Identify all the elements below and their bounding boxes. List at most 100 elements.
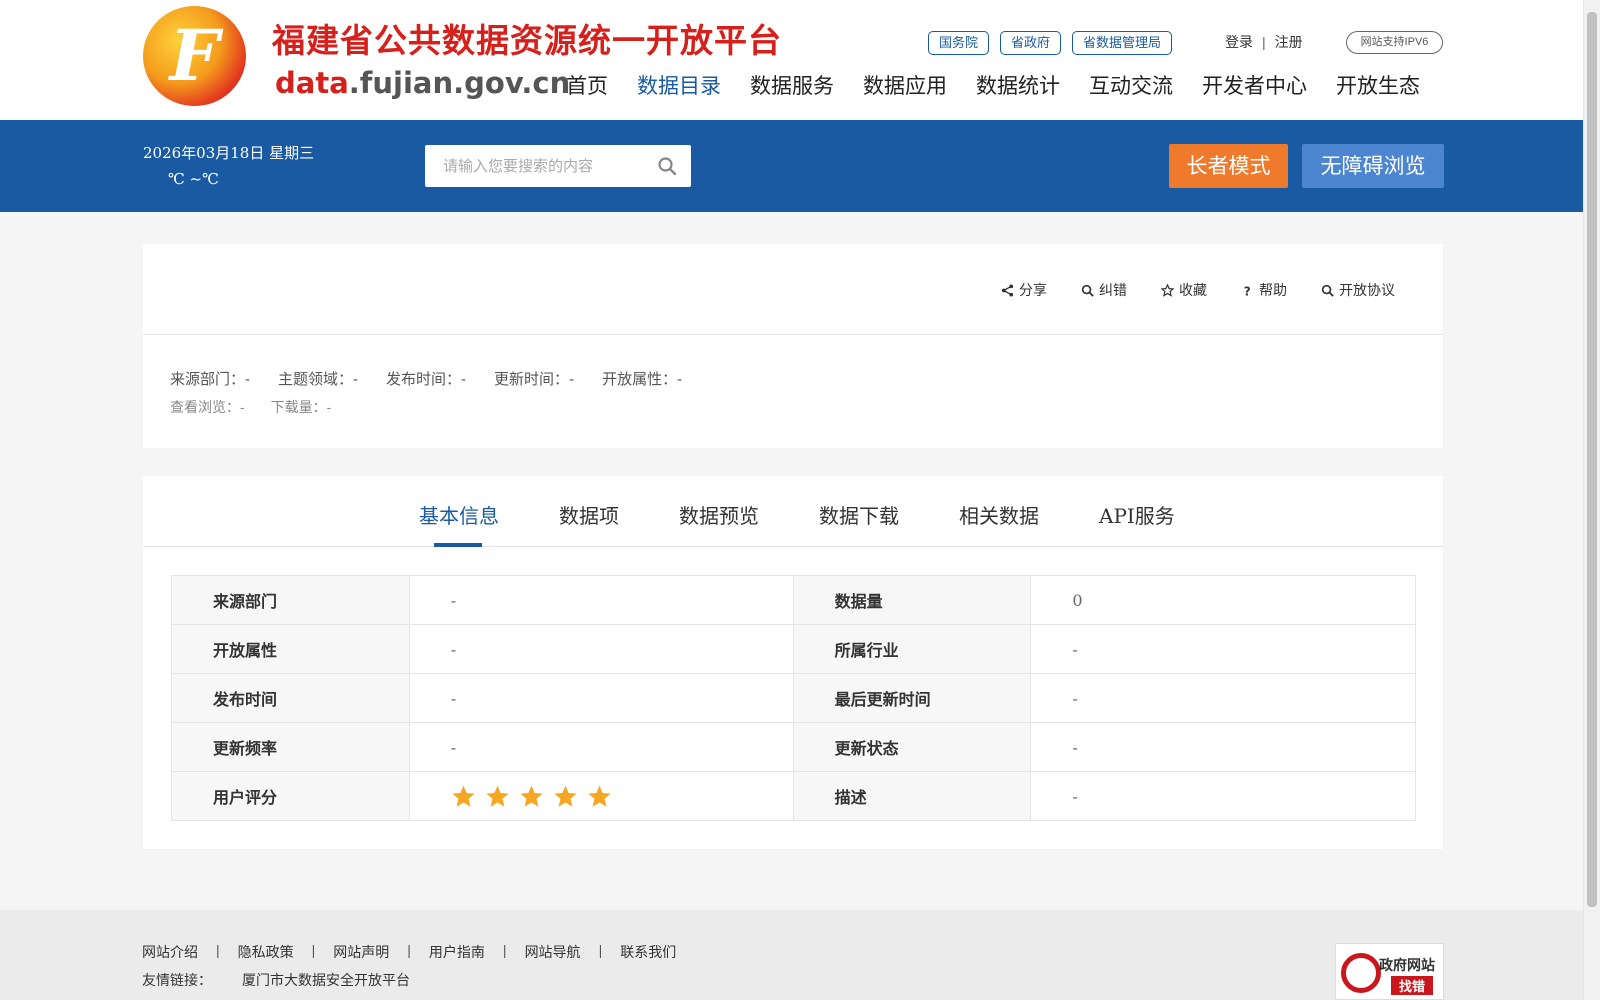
site-domain: data.fujian.gov.cn	[275, 66, 570, 100]
card-divider	[143, 334, 1443, 335]
footer-separator: |	[216, 942, 220, 958]
register-link[interactable]: 注册	[1275, 34, 1303, 50]
star-icon[interactable]	[451, 784, 476, 809]
search-icon[interactable]	[657, 156, 677, 176]
tab-api-service[interactable]: API服务	[1099, 500, 1175, 529]
gov-link-province[interactable]: 省政府	[1000, 31, 1062, 55]
share-action[interactable]: 分享	[1001, 280, 1047, 300]
field-label: 来源部门	[171, 575, 410, 625]
nav-ecosystem[interactable]: 开放生态	[1336, 70, 1420, 100]
field-value: -	[408, 575, 794, 625]
footer-separator: |	[502, 942, 507, 958]
site-header: F 福建省公共数据资源统一开放平台 data.fujian.gov.cn 国务院…	[0, 0, 1583, 120]
nav-data-stats[interactable]: 数据统计	[976, 70, 1060, 100]
tab-basic-info[interactable]: 基本信息	[419, 500, 499, 529]
svg-text:?: ?	[1244, 284, 1251, 296]
field-label: 开放属性	[171, 624, 410, 674]
star-icon[interactable]	[587, 784, 612, 809]
meta-row-secondary: 查看浏览：- 下载量：-	[170, 397, 357, 417]
nav-interaction[interactable]: 互动交流	[1089, 70, 1173, 100]
field-value: -	[408, 722, 794, 772]
table-row: 开放属性 - 所属行业 -	[171, 624, 1416, 674]
tab-related-data[interactable]: 相关数据	[959, 500, 1039, 529]
dataset-actions: 分享 纠错 收藏 ? 帮助 开放协议	[1001, 280, 1395, 300]
logo-letter: F	[169, 14, 220, 97]
help-label: 帮助	[1259, 282, 1287, 298]
nav-data-catalog[interactable]: 数据目录	[637, 70, 721, 100]
footer-link-contact[interactable]: 联系我们	[620, 942, 676, 962]
field-value: -	[1030, 624, 1416, 674]
gov-link-data-bureau[interactable]: 省数据管理局	[1072, 31, 1173, 55]
detail-tabs: 基本信息 数据项 数据预览 数据下载 相关数据 API服务	[143, 476, 1443, 547]
open-license-action[interactable]: 开放协议	[1321, 280, 1395, 300]
gov-site-error-report-badge[interactable]: 政府网站 找错	[1335, 943, 1444, 1000]
share-label: 分享	[1019, 282, 1047, 298]
footer-links: 网站介绍 | 隐私政策 | 网站声明 | 用户指南 | 网站导航 | 联系我们	[142, 942, 676, 962]
footer-link-guide[interactable]: 用户指南	[429, 942, 485, 962]
field-value: -	[1030, 673, 1416, 723]
favorite-label: 收藏	[1179, 282, 1207, 298]
meta-topic: 主题领域：-	[278, 371, 359, 388]
table-row: 来源部门 - 数据量 0	[171, 575, 1416, 625]
question-icon: ?	[1244, 284, 1251, 296]
star-icon[interactable]	[519, 784, 544, 809]
ipv6-badge: 网站支持IPV6	[1346, 31, 1443, 54]
report-error-action[interactable]: 纠错	[1081, 280, 1127, 300]
favorite-action[interactable]: 收藏	[1161, 280, 1207, 300]
field-value: -	[408, 624, 794, 674]
temperature-display: ℃ ~℃	[168, 170, 219, 188]
field-label: 最后更新时间	[792, 673, 1032, 723]
friend-link-xiamen[interactable]: 厦门市大数据安全开放平台	[242, 972, 410, 988]
field-label: 数据量	[792, 575, 1032, 625]
star-icon[interactable]	[485, 784, 510, 809]
friend-links-label: 友情链接：	[142, 972, 212, 988]
help-action[interactable]: ? 帮助	[1241, 280, 1287, 300]
meta-row-primary: 来源部门：- 主题领域：- 发布时间：- 更新时间：- 开放属性：-	[170, 368, 710, 389]
gov-link-state-council[interactable]: 国务院	[928, 31, 990, 55]
site-logo[interactable]: F	[143, 6, 246, 106]
field-value: 0	[1030, 575, 1416, 625]
gov-links: 国务院 省政府 省数据管理局	[928, 31, 1173, 55]
star-icon[interactable]	[553, 784, 578, 809]
elder-mode-button[interactable]: 长者模式	[1169, 144, 1288, 188]
meta-update-time: 更新时间：-	[494, 371, 575, 388]
login-link[interactable]: 登录	[1225, 34, 1253, 50]
auth-links: 登录 | 注册	[1225, 32, 1303, 52]
page-scrollbar[interactable]	[1583, 0, 1600, 1000]
tab-data-items[interactable]: 数据项	[559, 500, 619, 529]
nav-developer[interactable]: 开发者中心	[1202, 70, 1307, 100]
field-value: -	[1030, 771, 1416, 821]
footer-link-about[interactable]: 网站介绍	[142, 942, 198, 962]
search-input[interactable]	[425, 145, 645, 187]
govfix-title: 政府网站	[1379, 958, 1435, 974]
site-title: 福建省公共数据资源统一开放平台	[272, 21, 782, 60]
date-display: 2026年03月18日 星期三	[143, 144, 315, 162]
utility-bar: 2026年03月18日 星期三 ℃ ~℃ 长者模式 无障碍浏览	[0, 120, 1583, 212]
tab-data-download[interactable]: 数据下载	[819, 500, 899, 529]
footer-separator: |	[407, 942, 411, 958]
footer-link-sitemap[interactable]: 网站导航	[525, 942, 581, 962]
footer-link-statement[interactable]: 网站声明	[333, 942, 389, 962]
field-label: 更新频率	[171, 722, 410, 772]
star-outline-icon	[1161, 283, 1174, 297]
field-label: 发布时间	[171, 673, 410, 723]
search-icon	[1321, 284, 1334, 297]
tab-data-preview[interactable]: 数据预览	[679, 500, 759, 529]
field-value: -	[408, 673, 794, 723]
meta-downloads: 下载量：-	[270, 399, 332, 415]
main-nav: 首页 数据目录 数据服务 数据应用 数据统计 互动交流 开发者中心 开放生态	[566, 70, 1420, 100]
scrollbar-thumb[interactable]	[1587, 12, 1597, 907]
site-domain-suffix: .fujian.gov.cn	[348, 66, 571, 100]
user-rating-stars[interactable]	[451, 784, 793, 809]
govfix-subtitle: 找错	[1391, 976, 1434, 995]
footer-link-privacy[interactable]: 隐私政策	[238, 942, 294, 962]
nav-home[interactable]: 首页	[566, 70, 608, 100]
nav-data-apps[interactable]: 数据应用	[863, 70, 947, 100]
basic-info-table: 来源部门 - 数据量 0 开放属性 - 所属行业 - 发布时间 - 最后更新时间…	[171, 575, 1416, 821]
open-license-label: 开放协议	[1339, 282, 1395, 298]
nav-data-service[interactable]: 数据服务	[750, 70, 834, 100]
table-row: 用户评分 描述 -	[171, 771, 1416, 821]
table-row: 更新频率 - 更新状态 -	[171, 722, 1416, 772]
field-label: 更新状态	[792, 722, 1032, 772]
accessibility-button[interactable]: 无障碍浏览	[1302, 144, 1444, 188]
